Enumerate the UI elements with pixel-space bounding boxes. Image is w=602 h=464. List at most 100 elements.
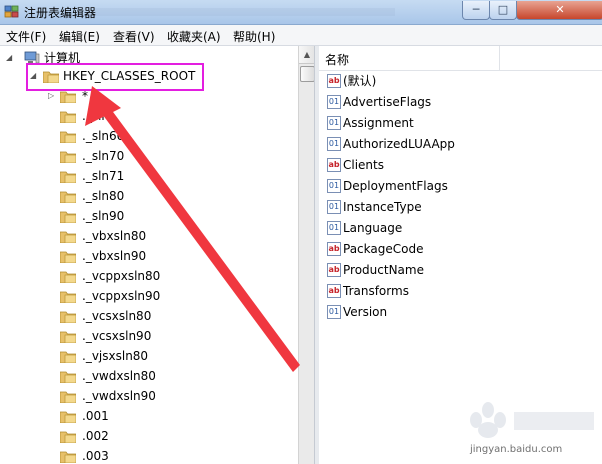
value-name: DeploymentFlags [343,179,448,193]
tree-item-subkey[interactable]: ._vcsxsln80 [48,307,288,325]
folder-icon [59,350,77,364]
tree-item-subkey[interactable]: ._vbxsln90 [48,247,288,265]
tree-item-subkey[interactable]: ._vbxsln80 [48,227,288,245]
menu-edit[interactable]: 编辑(E) [59,28,100,45]
folder-icon [59,210,77,224]
tree-item-subkey[interactable]: ._vwdxsln90 [48,387,288,405]
tree-item-label: ._vwdxsln90 [82,389,156,403]
folder-icon [59,290,77,304]
string-value-icon: ab [327,74,341,88]
tree-item-label: ._sln [82,109,110,123]
folder-icon [59,90,77,104]
tree-item-subkey[interactable]: ._vcppxsln90 [48,287,288,305]
value-row[interactable]: 01 InstanceType [327,197,597,217]
tree-item-label: ._sln71 [82,169,125,183]
value-row[interactable]: 01 Version [327,302,597,322]
menu-view[interactable]: 查看(V) [113,28,155,45]
value-row[interactable]: 01 AuthorizedLUAApp [327,134,597,154]
binary-value-icon: 01 [327,305,341,319]
binary-value-icon: 01 [327,200,341,214]
folder-icon [59,310,77,324]
tree-item-label: ._vwdxsln80 [82,369,156,383]
folder-icon [59,190,77,204]
value-name: Assignment [343,116,414,130]
column-name-header[interactable]: 名称 [325,51,349,68]
minimize-button[interactable]: ─ [462,1,490,20]
maximize-button[interactable]: □ [489,1,517,20]
title-bar: 注册表编辑器 ─ □ ✕ [0,0,602,25]
scroll-up-arrow-icon[interactable]: ▲ [299,46,315,64]
tree-item-subkey[interactable]: ._sln60 [48,127,288,145]
value-name: InstanceType [343,200,422,214]
tree-item-subkey[interactable]: ._vwdxsln80 [48,367,288,385]
value-row[interactable]: 01 Language [327,218,597,238]
value-row[interactable]: ab PackageCode [327,239,597,259]
tree-item-subkey[interactable]: ._vcsxsln90 [48,327,288,345]
tree-item-subkey[interactable]: ._sln [48,107,288,125]
binary-value-icon: 01 [327,137,341,151]
watermark-url: jingyan.baidu.com [470,444,563,455]
value-name: Clients [343,158,384,172]
folder-icon [59,270,77,284]
value-name: AdvertiseFlags [343,95,432,109]
string-value-icon: ab [327,242,341,256]
tree-item-label: ._vjsxsln80 [82,349,149,363]
folder-icon [59,450,77,464]
tree-item-subkey[interactable]: .002 [48,427,288,445]
scrollbar-thumb[interactable] [300,66,315,82]
key-tree: ◢ 计算机 ◢ HKEY_CLASSES_ROOT ▷ * ._sln ._sln60… [0,46,298,464]
menu-file[interactable]: 文件(F) [6,28,46,45]
tree-item-subkey[interactable]: .003 [48,447,288,464]
binary-value-icon: 01 [327,221,341,235]
tree-item-label: ._vbxsln80 [82,229,147,243]
value-row[interactable]: 01 DeploymentFlags [327,176,597,196]
tree-item-label: .003 [82,449,109,463]
close-button[interactable]: ✕ [516,1,602,20]
column-header[interactable]: 名称 [319,46,602,71]
title-bar-blurred-area [95,4,515,20]
tree-item-label: ._vcppxsln80 [82,269,161,283]
tree-item-subkey[interactable]: ._sln70 [48,147,288,165]
binary-value-icon: 01 [327,116,341,130]
tree-item-label: ._sln60 [82,129,125,143]
value-row[interactable]: ab Transforms [327,281,597,301]
value-name: PackageCode [343,242,424,256]
tree-item-label: ._vcsxsln90 [82,329,152,343]
tree-item-label: ._vcppxsln90 [82,289,161,303]
collapse-arrow-icon[interactable]: ◢ [6,49,12,67]
folder-icon [59,110,77,124]
folder-icon [59,130,77,144]
string-value-icon: ab [327,284,341,298]
menu-bar: 文件(F) 编辑(E) 查看(V) 收藏夹(A) 帮助(H) [0,25,602,46]
value-row[interactable]: 01 AdvertiseFlags [327,92,597,112]
tree-item-subkey[interactable]: .001 [48,407,288,425]
string-value-icon: ab [327,158,341,172]
binary-value-icon: 01 [327,179,341,193]
value-row[interactable]: ab Clients [327,155,597,175]
value-name: Transforms [343,284,409,298]
value-name: ProductName [343,263,424,277]
registry-editor-icon [4,5,19,18]
value-name: Version [343,305,388,319]
tree-item-subkey[interactable]: ._vjsxsln80 [48,347,288,365]
menu-favorites[interactable]: 收藏夹(A) [167,28,221,45]
folder-icon [59,150,77,164]
value-row[interactable]: 01 Assignment [327,113,597,133]
folder-icon [59,250,77,264]
menu-help[interactable]: 帮助(H) [233,28,275,45]
binary-value-icon: 01 [327,95,341,109]
column-separator[interactable] [499,46,500,70]
value-name: AuthorizedLUAApp [343,137,455,151]
folder-icon [59,330,77,344]
tree-item-subkey[interactable]: ._sln71 [48,167,288,185]
value-name: Language [343,221,403,235]
tree-item-subkey[interactable]: ._sln90 [48,207,288,225]
folder-icon [59,170,77,184]
tree-item-subkey[interactable]: ._vcppxsln80 [48,267,288,285]
tree-item-label: ._sln70 [82,149,125,163]
tree-item-subkey[interactable]: ._sln80 [48,187,288,205]
tree-scrollbar[interactable]: ▲ [298,46,315,464]
value-row[interactable]: ab (默认) [327,71,597,91]
value-row[interactable]: ab ProductName [327,260,597,280]
tree-item-label: ._sln90 [82,209,125,223]
